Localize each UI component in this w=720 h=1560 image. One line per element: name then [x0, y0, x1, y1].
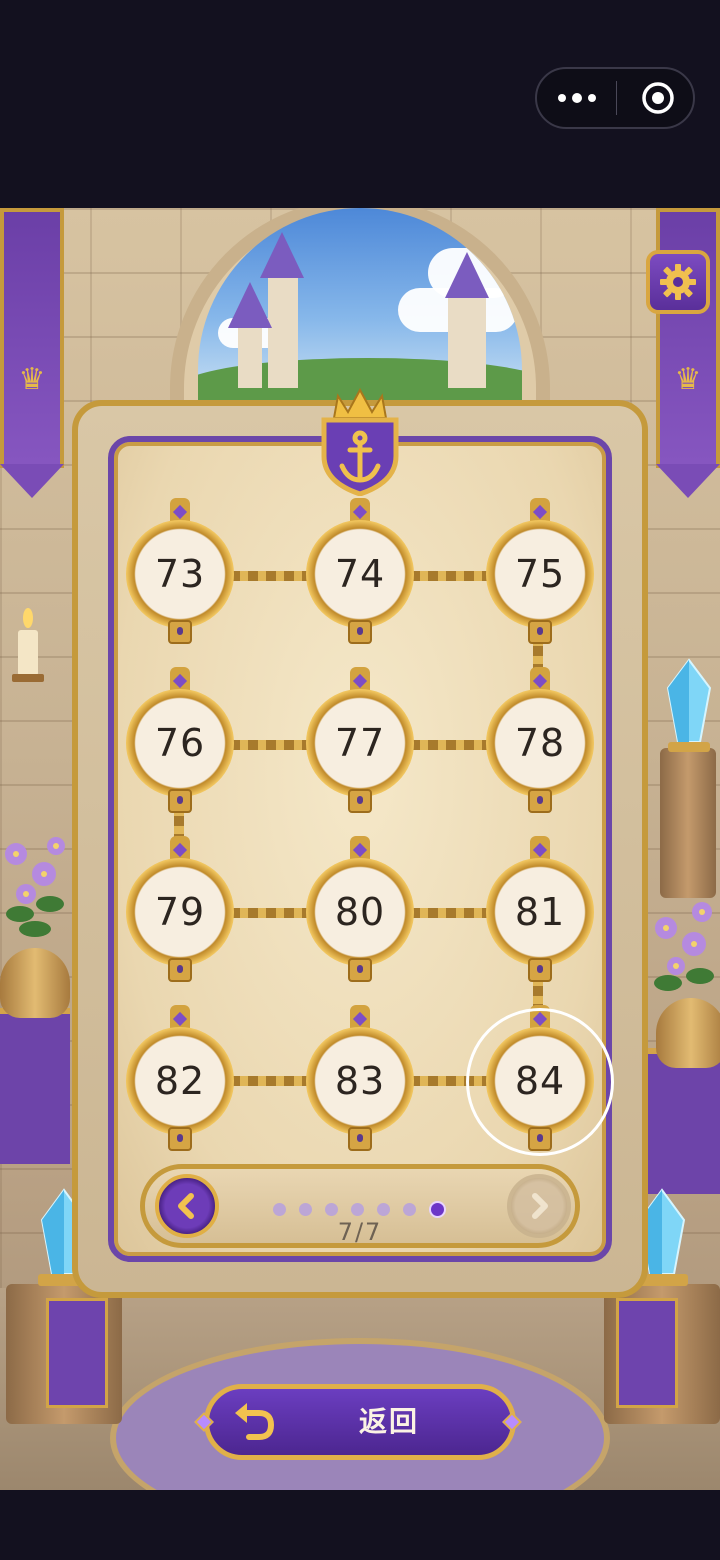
chain-link [410, 571, 492, 581]
level-number: 74 [334, 552, 386, 596]
mini-program-capsule [535, 67, 695, 129]
status-bar [0, 0, 720, 208]
left-table [0, 1008, 70, 1164]
chain-link [230, 908, 312, 918]
lock-icon [348, 1127, 372, 1151]
selected-level-highlight [466, 1008, 614, 1156]
chevron-left-icon [178, 1193, 194, 1219]
level-number: 73 [154, 552, 206, 596]
level-node-83[interactable]: 83 [306, 1005, 414, 1155]
lock-icon [168, 789, 192, 813]
level-node-82[interactable]: 82 [126, 1005, 234, 1155]
level-number: 81 [514, 890, 566, 934]
lock-icon [348, 620, 372, 644]
right-flowers [654, 902, 714, 991]
lock-icon [528, 620, 552, 644]
left-banner: ♛ [0, 208, 64, 498]
level-node-78[interactable]: 78 [486, 667, 594, 817]
level-node-76[interactable]: 76 [126, 667, 234, 817]
level-number: 76 [154, 721, 206, 765]
page-dot[interactable] [273, 1202, 286, 1216]
level-node-77[interactable]: 77 [306, 667, 414, 817]
level-number: 77 [334, 721, 386, 765]
more-dots-icon[interactable] [537, 69, 617, 127]
level-number: 82 [154, 1059, 206, 1103]
gear-icon [660, 264, 696, 300]
page-dot[interactable] [403, 1202, 416, 1216]
target-circle-icon[interactable] [641, 81, 675, 115]
level-node-80[interactable]: 80 [306, 836, 414, 986]
back-button[interactable]: 返回 [194, 1384, 522, 1460]
right-flower-pot [656, 998, 720, 1068]
anchor-shield-icon [321, 387, 399, 496]
level-node-81[interactable]: 81 [486, 836, 594, 986]
level-number: 79 [154, 890, 206, 934]
level-number: 75 [514, 552, 566, 596]
page-dot[interactable] [325, 1202, 338, 1216]
chain-link [230, 571, 312, 581]
candle-decoration [12, 608, 44, 682]
lock-icon [168, 620, 192, 644]
level-node-73[interactable]: 73 [126, 498, 234, 648]
lock-icon [348, 789, 372, 813]
capsule-divider [616, 81, 617, 115]
level-node-79[interactable]: 79 [126, 836, 234, 986]
back-button-label: 返回 [359, 1405, 420, 1438]
page-dot[interactable] [377, 1202, 390, 1216]
return-arrow-icon [235, 1403, 275, 1440]
settings-button[interactable] [646, 250, 710, 314]
page-indicator: 7/7 [337, 1218, 383, 1246]
lock-icon [168, 1127, 192, 1151]
chain-link [410, 740, 492, 750]
chain-link [230, 740, 312, 750]
page-dot[interactable] [351, 1202, 364, 1216]
level-select-scene: ♛ ♛ 73 74 75 76 77 78 79 80 81 82 83 84 … [0, 208, 720, 1490]
left-flower-pot [0, 948, 70, 1018]
level-number: 80 [334, 890, 386, 934]
right-table [648, 1048, 720, 1194]
chevron-right-icon [532, 1193, 548, 1219]
level-number: 78 [514, 721, 566, 765]
left-flowers [5, 837, 65, 937]
level-node-75[interactable]: 75 [486, 498, 594, 648]
page-dot[interactable] [299, 1202, 312, 1216]
level-number: 83 [334, 1059, 386, 1103]
page-dot-active[interactable] [429, 1200, 446, 1218]
level-node-74[interactable]: 74 [306, 498, 414, 648]
lock-icon [168, 958, 192, 982]
chain-link [230, 1076, 312, 1086]
lock-icon [528, 789, 552, 813]
right-banner: ♛ [656, 208, 720, 498]
bottom-safe-area [0, 1490, 720, 1560]
crystal-icon [666, 658, 712, 752]
chain-link [410, 908, 492, 918]
lock-icon [348, 958, 372, 982]
page-dots [273, 1199, 463, 1219]
lock-icon [528, 958, 552, 982]
